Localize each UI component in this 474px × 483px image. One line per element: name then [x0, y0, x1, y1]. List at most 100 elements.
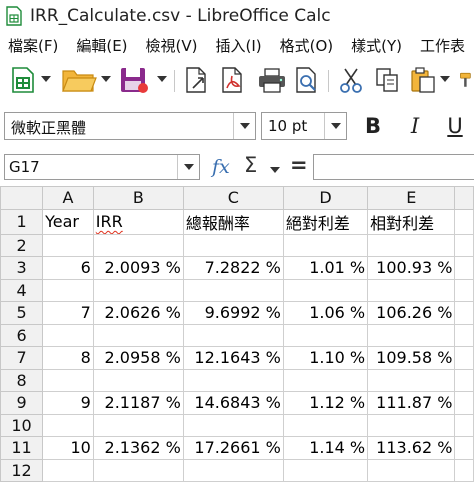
row-header[interactable]: 11 [0, 436, 44, 460]
cell-c11[interactable]: 17.2661 % [182, 436, 284, 460]
copy-icon[interactable] [372, 64, 402, 96]
cell-f8[interactable] [454, 368, 474, 392]
cell-d11[interactable]: 1.14 % [282, 436, 369, 460]
cell-e7[interactable]: 109.58 % [367, 346, 456, 370]
cell-a10[interactable] [42, 413, 94, 437]
row-header[interactable]: 7 [0, 346, 44, 370]
cell-c10[interactable] [182, 413, 284, 437]
menu-sheet[interactable]: 工作表 [420, 35, 465, 56]
cell-a11[interactable]: 10 [42, 436, 94, 460]
cell-d7[interactable]: 1.10 % [282, 346, 369, 370]
cell-e2[interactable] [367, 233, 456, 257]
sum-dropdown-arrow[interactable] [270, 167, 280, 173]
cell-f6[interactable] [454, 323, 474, 347]
cell-c7[interactable]: 12.1643 % [182, 346, 284, 370]
underline-button[interactable]: U [440, 112, 470, 140]
cell-c9[interactable]: 14.6843 % [182, 391, 284, 415]
cell-b11[interactable]: 2.1362 % [92, 436, 184, 460]
cell-d2[interactable] [282, 233, 369, 257]
menu-edit[interactable]: 編輯(E) [76, 35, 127, 56]
paste-icon[interactable] [408, 64, 438, 96]
cell-e4[interactable] [367, 278, 456, 302]
cell-e1[interactable]: 相對利差 [367, 208, 456, 235]
chevron-down-icon[interactable] [177, 155, 199, 179]
cell-a7[interactable]: 8 [42, 346, 94, 370]
cut-icon[interactable] [336, 64, 366, 96]
cell-a4[interactable] [42, 278, 94, 302]
sum-button[interactable]: Σ [244, 153, 257, 177]
cell-d4[interactable] [282, 278, 369, 302]
row-header[interactable]: 4 [0, 278, 44, 302]
cell-b1[interactable]: IRR [92, 208, 184, 235]
cell-b5[interactable]: 2.0626 % [92, 301, 184, 325]
menu-styles[interactable]: 樣式(Y) [351, 35, 402, 56]
cell-a2[interactable] [42, 233, 94, 257]
cell-d5[interactable]: 1.06 % [282, 301, 369, 325]
font-name-combobox[interactable]: 微軟正黑體 [4, 112, 256, 140]
formula-button[interactable]: = [290, 153, 308, 177]
open-dropdown-arrow[interactable] [101, 76, 111, 82]
column-header-e[interactable]: E [367, 186, 456, 210]
row-header[interactable]: 6 [0, 323, 44, 347]
cell-f5[interactable] [454, 301, 474, 325]
pdf-icon[interactable] [218, 64, 248, 96]
italic-button[interactable]: I [400, 112, 430, 140]
cell-f2[interactable] [454, 233, 474, 257]
cell-b9[interactable]: 2.1187 % [92, 391, 184, 415]
cell-c6[interactable] [182, 323, 284, 347]
function-wizard-button[interactable]: fx [212, 156, 230, 178]
cell-b4[interactable] [92, 278, 184, 302]
cell-d6[interactable] [282, 323, 369, 347]
cell-d12[interactable] [282, 458, 369, 482]
name-box[interactable]: G17 [4, 154, 200, 180]
cell-f1[interactable] [454, 208, 474, 235]
row-header[interactable]: 1 [0, 208, 44, 235]
chevron-down-icon[interactable] [324, 113, 346, 139]
cell-f7[interactable] [454, 346, 474, 370]
cell-e8[interactable] [367, 368, 456, 392]
cell-a1[interactable]: Year [42, 208, 94, 235]
open-folder-icon[interactable] [60, 64, 98, 96]
cell-a3[interactable]: 6 [42, 256, 94, 280]
cell-e10[interactable] [367, 413, 456, 437]
formula-input[interactable] [313, 154, 474, 180]
cell-a12[interactable] [42, 458, 94, 482]
cell-e6[interactable] [367, 323, 456, 347]
bold-button[interactable]: B [358, 112, 388, 140]
print-preview-icon[interactable] [292, 64, 322, 96]
export-pdf-icon[interactable] [182, 64, 212, 96]
cell-f11[interactable] [454, 436, 474, 460]
paste-dropdown-arrow[interactable] [440, 76, 450, 82]
new-spreadsheet-icon[interactable] [8, 64, 38, 96]
cell-b10[interactable] [92, 413, 184, 437]
save-icon[interactable] [118, 64, 150, 96]
cell-a5[interactable]: 7 [42, 301, 94, 325]
chevron-down-icon[interactable] [233, 113, 255, 139]
menu-file[interactable]: 檔案(F) [8, 35, 58, 56]
print-icon[interactable] [256, 64, 288, 96]
cell-e12[interactable] [367, 458, 456, 482]
cell-c2[interactable] [182, 233, 284, 257]
row-header[interactable]: 12 [0, 458, 44, 482]
row-header[interactable]: 8 [0, 368, 44, 392]
menu-insert[interactable]: 插入(I) [216, 35, 262, 56]
cell-e5[interactable]: 106.26 % [367, 301, 456, 325]
cell-e3[interactable]: 100.93 % [367, 256, 456, 280]
cell-d10[interactable] [282, 413, 369, 437]
cell-d3[interactable]: 1.01 % [282, 256, 369, 280]
row-header[interactable]: 5 [0, 301, 44, 325]
row-header[interactable]: 2 [0, 233, 44, 257]
cell-b7[interactable]: 2.0958 % [92, 346, 184, 370]
save-dropdown-arrow[interactable] [157, 76, 167, 82]
cell-c5[interactable]: 9.6992 % [182, 301, 284, 325]
cell-d1[interactable]: 絕對利差 [282, 208, 369, 235]
cell-b12[interactable] [92, 458, 184, 482]
cell-b8[interactable] [92, 368, 184, 392]
cell-f12[interactable] [454, 458, 474, 482]
cell-c12[interactable] [182, 458, 284, 482]
menu-view[interactable]: 檢視(V) [146, 35, 198, 56]
font-size-combobox[interactable]: 10 pt [261, 112, 347, 140]
new-dropdown-arrow[interactable] [41, 76, 51, 82]
row-header[interactable]: 3 [0, 256, 44, 280]
cell-c4[interactable] [182, 278, 284, 302]
